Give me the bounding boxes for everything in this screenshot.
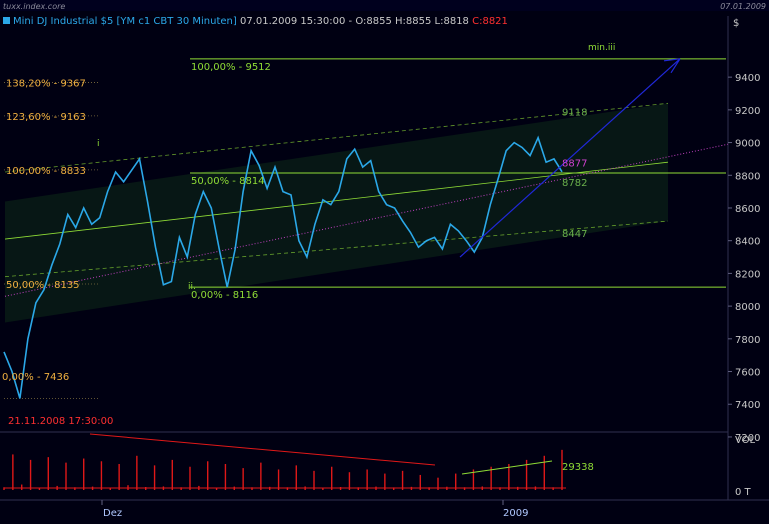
volume-zero-label: 0 T bbox=[735, 487, 752, 498]
wave-i-label: i bbox=[97, 139, 100, 149]
channel-upper-value: 9118 bbox=[562, 107, 587, 118]
symbol-name: Mini DJ Industrial $5 [YM c1 CBT 30 Minu… bbox=[13, 16, 237, 27]
wave-0-label: 0,00% - 8116 bbox=[191, 290, 258, 301]
y-tick-label-5: 8400 bbox=[735, 237, 760, 248]
channel-mid-value: 8782 bbox=[562, 178, 587, 189]
y-tick-label-7: 8000 bbox=[735, 302, 760, 313]
y-tick-label-9: 7600 bbox=[735, 368, 760, 379]
chart-header: Mini DJ Industrial $5 [YM c1 CBT 30 Minu… bbox=[3, 16, 508, 27]
fib-123-label: 123,60% - 9163 bbox=[6, 112, 86, 123]
volume-axis-label: VOL bbox=[735, 435, 756, 446]
chart-window: tuxx.index.core 07.01.2009 138,20% - 936… bbox=[0, 0, 769, 520]
wave-100-label: 100,00% - 9512 bbox=[191, 62, 271, 73]
last-value-label: 8877 bbox=[562, 159, 587, 170]
ohlc-values: - O:8855 H:8855 L:8818 bbox=[348, 16, 469, 27]
window-title: tuxx.index.core bbox=[3, 2, 65, 11]
fib-100-label: 100,00% - 8833 bbox=[6, 166, 86, 177]
currency-symbol: $ bbox=[733, 18, 739, 29]
y-tick-label-4: 8600 bbox=[735, 204, 760, 215]
x-tick-dez: Dez bbox=[103, 508, 122, 519]
fib-0-label: 0,00% - 7436 bbox=[2, 372, 69, 383]
wave-ii-label: ii. bbox=[188, 282, 196, 292]
y-tick-label-1: 9200 bbox=[735, 106, 760, 117]
channel-lower-value: 8447 bbox=[562, 229, 587, 240]
y-tick-label-3: 8800 bbox=[735, 171, 760, 182]
series-color-swatch bbox=[3, 17, 10, 24]
close-value: C:8821 bbox=[472, 16, 508, 27]
y-tick-label-10: 7400 bbox=[735, 400, 760, 411]
y-tick-label-6: 8200 bbox=[735, 269, 760, 280]
annotation-date: 21.11.2008 17:30:00 bbox=[8, 416, 113, 427]
y-tick-label-2: 9000 bbox=[735, 139, 760, 150]
fib-50-label: 50,00% - 8135 bbox=[6, 280, 80, 291]
x-tick-2009: 2009 bbox=[503, 508, 528, 519]
target-label: min.iii bbox=[588, 43, 615, 53]
wave-50-label: 50,00% - 8814 bbox=[191, 176, 265, 187]
chart-canvas: tuxx.index.core 07.01.2009 138,20% - 936… bbox=[0, 0, 769, 520]
y-tick-label-8: 7800 bbox=[735, 335, 760, 346]
volume-last-value: 29338 bbox=[562, 462, 594, 473]
window-date: 07.01.2009 bbox=[720, 2, 766, 11]
fib-138-label: 138,20% - 9367 bbox=[6, 79, 86, 90]
bar-time: 07.01.2009 15:30:00 bbox=[239, 16, 346, 27]
y-tick-label-0: 9400 bbox=[735, 73, 760, 84]
